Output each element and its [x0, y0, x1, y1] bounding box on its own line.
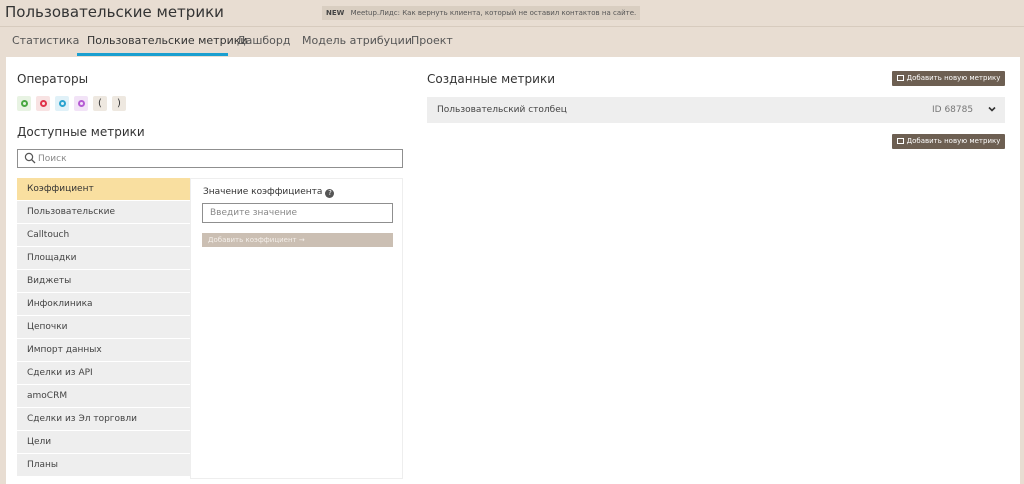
plus-operator-button[interactable]	[17, 96, 31, 111]
category-list: Коэффициент Пользовательские Calltouch П…	[17, 178, 190, 479]
tab-bar: Статистика Пользовательские метрики Дашб…	[0, 27, 1024, 57]
category-coefficient[interactable]: Коэффициент	[17, 178, 190, 200]
tab-dashboard[interactable]: Дашборд	[237, 34, 291, 47]
add-metric-label: Добавить новую метрику	[906, 74, 1001, 82]
tab-custom-metrics[interactable]: Пользовательские метрики	[87, 34, 248, 47]
search-input[interactable]	[38, 150, 398, 167]
page-title: Пользовательские метрики	[5, 3, 224, 21]
close-paren-button[interactable]: )	[112, 96, 126, 111]
news-banner[interactable]: NEW Meetup.Лидс: Как вернуть клиента, ко…	[322, 6, 641, 20]
open-paren-button[interactable]: (	[93, 96, 107, 111]
category-widgets[interactable]: Виджеты	[17, 270, 190, 292]
top-bar: Пользовательские метрики NEW Meetup.Лидс…	[0, 0, 1024, 27]
minus-icon	[39, 100, 47, 107]
multiply-operator-button[interactable]	[55, 96, 69, 111]
plus-icon	[20, 100, 28, 107]
category-amocrm[interactable]: amoCRM	[17, 385, 190, 407]
coefficient-label-text: Значение коэффициента	[203, 187, 323, 197]
category-ecommerce-deals[interactable]: Сделки из Эл торговли	[17, 408, 190, 430]
operators-title: Операторы	[17, 72, 89, 86]
category-api-deals[interactable]: Сделки из API	[17, 362, 190, 384]
search-icon	[24, 152, 36, 164]
category-chains[interactable]: Цепочки	[17, 316, 190, 338]
metric-name: Пользовательский столбец	[437, 105, 567, 115]
category-plans[interactable]: Планы	[17, 454, 190, 476]
metric-row[interactable]: Пользовательский столбец ID 68785	[427, 97, 1005, 123]
divide-operator-button[interactable]	[74, 96, 88, 111]
add-metric-button-bottom[interactable]: Добавить новую метрику	[892, 134, 1005, 149]
category-goals[interactable]: Цели	[17, 431, 190, 453]
add-metric-label: Добавить новую метрику	[906, 137, 1001, 145]
category-platforms[interactable]: Площадки	[17, 247, 190, 269]
add-metric-icon	[896, 138, 904, 144]
category-data-import[interactable]: Импорт данных	[17, 339, 190, 361]
news-text[interactable]: Meetup.Лидс: Как вернуть клиента, которы…	[351, 9, 637, 17]
metric-id: ID 68785	[932, 105, 974, 115]
chevron-down-icon[interactable]	[987, 104, 997, 114]
coefficient-value-input[interactable]	[202, 203, 393, 223]
add-metric-icon	[896, 75, 904, 81]
minus-operator-button[interactable]	[36, 96, 50, 111]
add-coefficient-button[interactable]: Добавить коэффициент →	[202, 233, 393, 247]
coefficient-panel: Значение коэффициента? Добавить коэффици…	[190, 178, 403, 479]
add-metric-button-top[interactable]: Добавить новую метрику	[892, 71, 1005, 86]
active-tab-indicator	[77, 53, 228, 56]
tab-statistics[interactable]: Статистика	[12, 34, 79, 47]
multiply-icon	[58, 100, 66, 107]
category-calltouch[interactable]: Calltouch	[17, 224, 190, 246]
tab-attribution-model[interactable]: Модель атрибуции	[302, 34, 412, 47]
help-icon[interactable]: ?	[325, 189, 335, 198]
available-metrics-title: Доступные метрики	[17, 125, 145, 139]
divide-icon	[77, 100, 85, 107]
news-badge: NEW	[326, 9, 345, 17]
search-box[interactable]	[17, 149, 403, 168]
coefficient-label: Значение коэффициента?	[203, 187, 335, 198]
category-custom[interactable]: Пользовательские	[17, 201, 190, 223]
main-panel: Операторы ( ) Доступные метрики Коэффици…	[6, 57, 1020, 484]
created-metrics-title: Созданные метрики	[427, 72, 556, 86]
category-infoclinic[interactable]: Инфоклиника	[17, 293, 190, 315]
tab-project[interactable]: Проект	[411, 34, 453, 47]
